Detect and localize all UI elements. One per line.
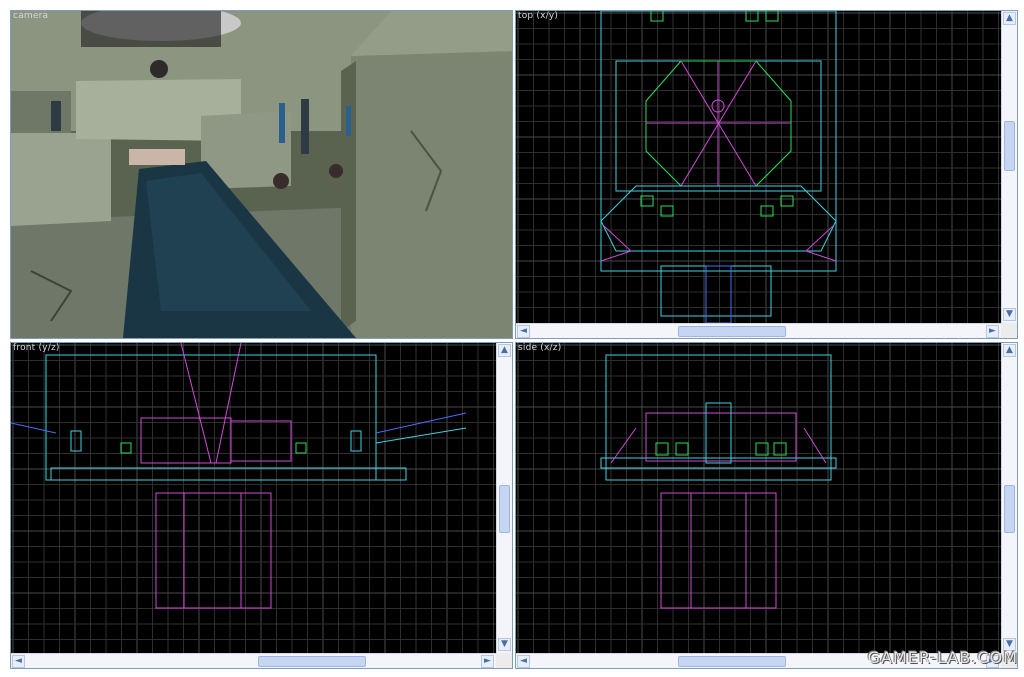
top-scroll-corner — [1001, 323, 1017, 338]
front-vertical-scroll-thumb[interactable] — [499, 485, 510, 533]
top-vertical-scroll-thumb[interactable] — [1004, 121, 1015, 171]
top-viewport-brushes — [600, 11, 837, 323]
front-horizontal-scrollbar[interactable]: ◄ ► — [11, 653, 496, 668]
top-horizontal-scroll-thumb[interactable] — [678, 326, 786, 337]
side-viewport-label: side (x/z) — [518, 343, 562, 353]
front-scroll-down-button[interactable]: ▼ — [498, 638, 511, 651]
camera-viewport[interactable]: camera — [10, 10, 513, 339]
top-scroll-down-button[interactable]: ▼ — [1003, 308, 1016, 321]
top-viewport[interactable]: top (x/y) ▲ ▼ ◄ ► — [515, 10, 1018, 339]
front-viewport[interactable]: front (y/z) ▲ ▼ ◄ ► — [10, 342, 513, 669]
side-horizontal-scroll-thumb[interactable] — [678, 656, 786, 667]
side-vertical-scroll-thumb[interactable] — [1004, 485, 1015, 533]
top-scroll-right-button[interactable]: ► — [986, 325, 999, 338]
top-viewport-label: top (x/y) — [518, 11, 559, 21]
side-viewport-brushes — [600, 354, 837, 609]
side-vertical-scrollbar[interactable]: ▲ ▼ — [1001, 343, 1017, 653]
camera-render — [11, 11, 512, 338]
front-scroll-left-button[interactable]: ◄ — [12, 655, 25, 668]
front-viewport-label: front (y/z) — [13, 343, 60, 353]
side-scroll-left-button[interactable]: ◄ — [517, 655, 530, 668]
front-scroll-right-button[interactable]: ► — [481, 655, 494, 668]
front-vertical-scrollbar[interactable]: ▲ ▼ — [496, 343, 512, 653]
top-scroll-left-button[interactable]: ◄ — [517, 325, 530, 338]
top-vertical-scrollbar[interactable]: ▲ ▼ — [1001, 11, 1017, 323]
front-scroll-corner — [496, 653, 512, 668]
side-viewport[interactable]: side (x/z) ▲ ▼ ◄ ► — [515, 342, 1018, 669]
top-horizontal-scrollbar[interactable]: ◄ ► — [516, 323, 1001, 338]
side-scroll-up-button[interactable]: ▲ — [1003, 344, 1016, 357]
watermark-logo: GAMER-LAB.COM — [867, 648, 1018, 667]
front-horizontal-scroll-thumb[interactable] — [258, 656, 366, 667]
front-viewport-brushes — [11, 343, 467, 609]
front-scroll-up-button[interactable]: ▲ — [498, 344, 511, 357]
camera-viewport-label: camera — [13, 11, 49, 21]
top-scroll-up-button[interactable]: ▲ — [1003, 12, 1016, 25]
